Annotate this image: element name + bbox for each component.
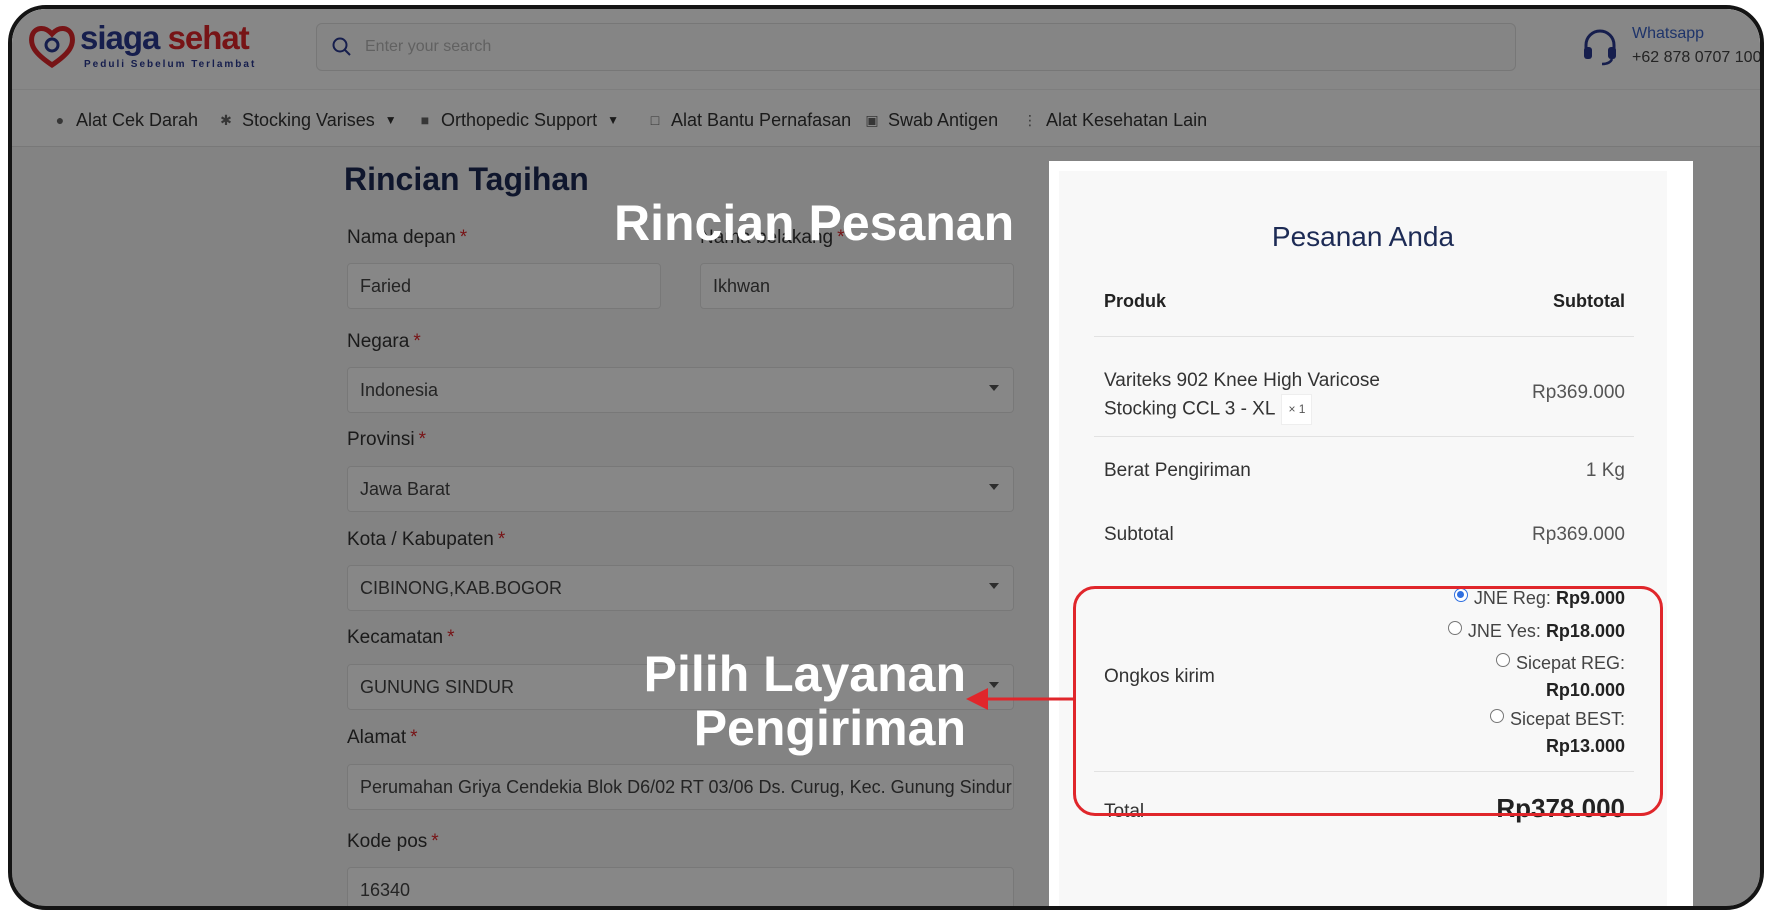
nav-item-alat-kesehatan-lain[interactable]: ⋮ Alat Kesehatan Lain: [1022, 108, 1207, 132]
first-name-label: Nama depan *: [347, 227, 468, 248]
knee-support-icon: ■: [420, 112, 430, 128]
site-header: siaga sehat Peduli Sebelum Terlambat Wha…: [12, 9, 1760, 89]
divider: [1094, 436, 1634, 437]
logo-wordmark: siaga sehat: [80, 19, 250, 56]
last-name-field[interactable]: Ikhwan: [700, 263, 1014, 309]
shipping-highlight-box: [1073, 586, 1663, 816]
nav-item-label: Alat Bantu Pernafasan: [671, 109, 852, 130]
shipping-weight-value: 1 Kg: [1585, 460, 1625, 481]
search-input[interactable]: [365, 32, 1465, 62]
subtotal-value: Rp369.000: [1532, 524, 1625, 545]
nav-item-swab-antigen[interactable]: ▣ Swab Antigen: [864, 108, 998, 132]
product-name: Variteks 902 Knee High Varicose Stocking…: [1104, 367, 1434, 425]
pointer-arrow-icon: [966, 688, 1076, 710]
nav-item-stocking-varises[interactable]: ✱ Stocking Varises ▼: [218, 108, 397, 132]
more-icon: ⋮: [1023, 112, 1037, 128]
nav-item-label: Alat Cek Darah: [76, 109, 199, 130]
test-kit-icon: ▣: [865, 112, 879, 128]
annotation-choose-shipping: Pilih Layanan Pengiriman: [643, 646, 966, 756]
province-label: Provinsi *: [347, 429, 426, 450]
subtotal-column-header: Subtotal: [1553, 291, 1625, 311]
divider: [1094, 336, 1634, 337]
product-qty: × 1: [1281, 394, 1313, 425]
whatsapp-label: Whatsapp: [1632, 25, 1705, 42]
nav-item-label: Stocking Varises: [242, 109, 375, 130]
billing-title: Rincian Tagihan: [344, 161, 589, 197]
headset-icon: [1584, 29, 1616, 66]
city-select[interactable]: CIBINONG,KAB.BOGOR: [347, 565, 1014, 611]
nav-item-orthopedic-support[interactable]: ■ Orthopedic Support ▼: [417, 108, 619, 132]
province-select[interactable]: Jawa Barat: [347, 466, 1014, 512]
subtotal-label: Subtotal: [1104, 524, 1174, 545]
product-price: Rp369.000: [1532, 382, 1625, 403]
district-label: Kecamatan *: [347, 627, 455, 648]
blood-drop-icon: ●: [55, 112, 65, 128]
nav-item-alat-cek-darah[interactable]: ● Alat Cek Darah: [52, 108, 198, 132]
country-label: Negara *: [347, 331, 421, 352]
dropdown-caret-icon: [989, 385, 999, 391]
address-field[interactable]: Perumahan Griya Cendekia Blok D6/02 RT 0…: [347, 764, 1014, 810]
order-title: Pesanan Anda: [1271, 221, 1455, 252]
nav-item-label: Alat Kesehatan Lain: [1046, 109, 1208, 130]
nav-item-label: Swab Antigen: [888, 109, 999, 130]
address-label: Alamat *: [347, 727, 418, 748]
dropdown-caret-icon: [989, 484, 999, 490]
lungs-icon: □: [650, 112, 660, 128]
whatsapp-number: +62 878 0707 1000: [1632, 49, 1764, 66]
site-logo[interactable]: siaga sehat Peduli Sebelum Terlambat: [28, 19, 258, 75]
shipping-weight-label: Berat Pengiriman: [1104, 460, 1251, 481]
chevron-down-icon: ▼: [384, 113, 397, 127]
dropdown-caret-icon: [989, 583, 999, 589]
first-name-field[interactable]: Faried: [347, 263, 661, 309]
annotation-order-details: Rincian Pesanan: [614, 195, 1015, 251]
nav-item-alat-bantu-pernafasan[interactable]: □ Alat Bantu Pernafasan: [647, 108, 851, 132]
country-select[interactable]: Indonesia: [347, 367, 1014, 413]
whatsapp-contact[interactable]: Whatsapp +62 878 0707 1000: [1580, 23, 1764, 73]
screenshot-frame: siaga sehat Peduli Sebelum Terlambat Wha…: [8, 5, 1764, 910]
search-bar: [316, 23, 1516, 71]
postal-code-field[interactable]: 16340: [347, 867, 1014, 906]
category-nav: ● Alat Cek Darah ✱ Stocking Varises ▼ ■ …: [12, 89, 1760, 147]
city-label: Kota / Kabupaten *: [347, 529, 506, 550]
heart-logo-icon: [29, 26, 75, 69]
postal-code-label: Kode pos *: [347, 831, 439, 852]
search-icon[interactable]: [331, 36, 353, 58]
logo-tagline: Peduli Sebelum Terlambat: [84, 59, 257, 70]
leg-icon: ✱: [220, 112, 232, 128]
nav-item-label: Orthopedic Support: [441, 109, 598, 130]
chevron-down-icon: ▼: [607, 113, 619, 127]
product-column-header: Produk: [1104, 291, 1167, 311]
